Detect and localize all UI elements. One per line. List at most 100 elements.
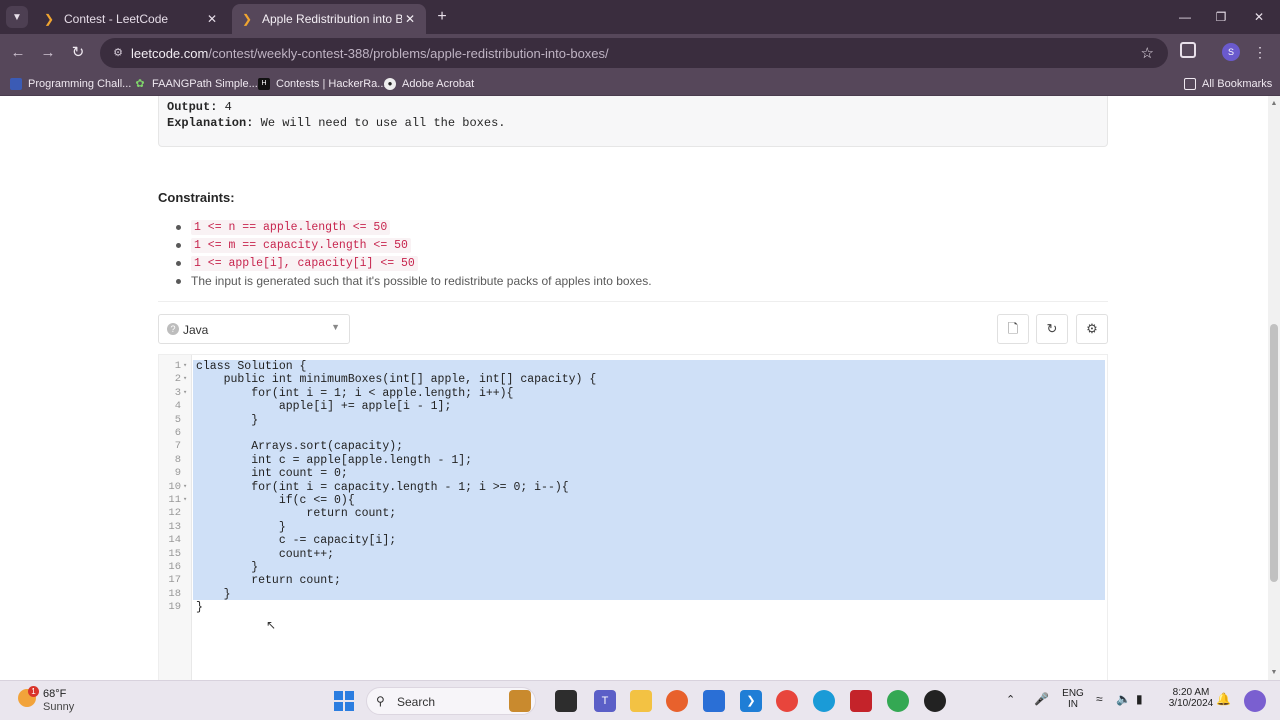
line-number: 3 (174, 386, 181, 399)
reload-icon[interactable]: ↻ (67, 42, 89, 64)
code-line[interactable]: 19} (159, 601, 1107, 614)
windows-start-icon[interactable] (334, 691, 354, 711)
scroll-up-icon[interactable]: ▲ (1270, 100, 1278, 107)
chrome-profile-icon[interactable] (887, 690, 909, 712)
weather-temp[interactable]: 68°F (43, 688, 66, 700)
tab-contest[interactable]: ❯ Contest - LeetCode ✕ (34, 4, 228, 34)
scroll-down-icon[interactable]: ▼ (1270, 669, 1278, 676)
line-number: 4 (174, 400, 181, 413)
obs-icon[interactable] (924, 690, 946, 712)
forward-arrow-icon[interactable]: → (37, 42, 59, 64)
code-line[interactable]: 7 Arrays.sort(capacity); (159, 440, 1107, 453)
code-editor[interactable]: 1 ▾ class Solution {2 ▾ public int minimumB… (158, 354, 1108, 680)
help-icon[interactable]: ? (167, 323, 179, 335)
site-settings-icon[interactable]: ⚙ (110, 45, 126, 61)
weather-desc[interactable]: Sunny (43, 701, 74, 713)
bookmark-faangpath[interactable]: ✿ FAANGPath Simple... (134, 76, 257, 92)
clock-time: 8:20 AM (1172, 687, 1210, 698)
widgets-icon[interactable] (509, 690, 531, 712)
volume-icon[interactable]: 🔈 (1116, 692, 1131, 706)
extensions-puzzle-icon[interactable] (1180, 42, 1196, 58)
restore-icon[interactable]: ❐ (1206, 6, 1236, 28)
fold-arrow-icon[interactable]: ▾ (183, 373, 191, 386)
url-host: leetcode.com (131, 46, 209, 61)
clock-date: 3/10/2024 (1168, 698, 1214, 709)
terminal-icon[interactable] (555, 690, 577, 712)
leetcode-favicon-icon: ❯ (43, 12, 55, 26)
firefox-icon[interactable] (666, 690, 688, 712)
line-number: 6 (174, 427, 181, 439)
close-icon[interactable]: ✕ (204, 12, 220, 26)
code-line[interactable]: 12 return count; (159, 507, 1107, 520)
microphone-icon[interactable]: 🎤 (1034, 692, 1049, 706)
settings-gear-icon[interactable]: ⚙ (1076, 314, 1108, 344)
tab-apple-redistribution[interactable]: ❯ Apple Redistribution into Boxe ✕ (232, 4, 426, 34)
language-indicator[interactable]: ENG IN (1062, 688, 1084, 710)
tab-search-chevron-icon[interactable]: ▼ (6, 6, 28, 28)
wifi-icon[interactable]: ≈ (1096, 692, 1103, 706)
close-icon[interactable]: ✕ (402, 12, 418, 26)
store-icon[interactable] (703, 690, 725, 712)
code-line[interactable]: 15 count++; (159, 548, 1107, 561)
teams-icon[interactable]: T (594, 690, 616, 712)
code-line[interactable]: 9 int count = 0; (159, 467, 1107, 480)
copilot-icon[interactable] (1244, 690, 1266, 712)
constraint-item: The input is generated such that it's po… (176, 272, 1076, 290)
url-text[interactable]: leetcode.com/contest/weekly-contest-388/… (131, 46, 609, 61)
language-select[interactable]: ? Java ▼ (158, 314, 350, 344)
code-text: } (196, 587, 231, 601)
bookmark-star-icon[interactable]: ☆ (1141, 44, 1154, 62)
code-line[interactable]: 10 ▾ for(int i = capacity.length - 1; i >… (159, 481, 1107, 494)
code-line[interactable]: 6 (159, 427, 1107, 440)
language-value: Java (183, 323, 209, 337)
fold-arrow-icon[interactable]: ▾ (183, 494, 191, 507)
chrome-icon[interactable] (776, 690, 798, 712)
lang-line1: ENG (1062, 688, 1084, 699)
code-line[interactable]: 14 c -= capacity[i]; (159, 534, 1107, 547)
all-bookmarks[interactable]: All Bookmarks (1184, 76, 1272, 92)
profile-avatar[interactable]: S (1222, 43, 1240, 61)
mouse-cursor-icon: ↖ (266, 618, 277, 632)
code-line[interactable]: 4 apple[i] += apple[i - 1]; (159, 400, 1107, 413)
fold-arrow-icon[interactable]: ▾ (183, 481, 191, 494)
mcafee-icon[interactable] (850, 690, 872, 712)
code-line[interactable]: 8 int c = apple[apple.length - 1]; (159, 454, 1107, 467)
address-bar[interactable]: ⚙ leetcode.com/contest/weekly-contest-38… (100, 38, 1168, 68)
notifications-bell-icon[interactable]: 🔔 (1216, 692, 1231, 706)
notes-icon[interactable]: 🗋 (997, 314, 1029, 344)
code-line[interactable]: 16 } (159, 561, 1107, 574)
bookmark-programming[interactable]: Programming Chall... (10, 76, 131, 92)
bullet (176, 260, 181, 266)
line-number: 2 (174, 373, 181, 386)
code-line[interactable]: 17 return count; (159, 574, 1107, 587)
file-explorer-icon[interactable] (630, 690, 652, 712)
constraint-item: 1 <= m == capacity.length <= 50 (176, 236, 1076, 254)
page-scrollbar[interactable]: ▲ ▼ (1268, 96, 1280, 680)
bookmark-hackerrank[interactable]: H Contests | HackerRa... (258, 76, 386, 92)
fold-arrow-icon[interactable]: ▾ (183, 360, 191, 373)
minimize-icon[interactable]: — (1170, 6, 1200, 28)
code-line[interactable]: 11 ▾ if(c <= 0){ (159, 494, 1107, 507)
code-line[interactable]: 2 ▾ public int minimumBoxes(int[] apple, … (159, 373, 1107, 386)
back-arrow-icon[interactable]: ← (7, 42, 29, 64)
edge-icon[interactable] (813, 690, 835, 712)
fold-arrow-icon[interactable]: ▾ (183, 387, 191, 400)
scroll-thumb[interactable] (1270, 324, 1278, 582)
bullet (176, 224, 181, 230)
bookmark-adobe[interactable]: ● Adobe Acrobat (384, 76, 474, 92)
code-text: } (196, 561, 259, 574)
battery-icon[interactable]: ▮ (1136, 692, 1143, 706)
bookmarks-bar: Programming Chall... ✿ FAANGPath Simple.… (0, 72, 1280, 96)
code-line[interactable]: 5 } (159, 414, 1107, 427)
vscode-icon[interactable]: ❯ (740, 690, 762, 712)
code-line[interactable]: 18 } (159, 588, 1107, 601)
clock[interactable]: 8:20 AM 3/10/2024 (1166, 687, 1216, 709)
chevron-up-icon[interactable]: ⌃ (1006, 693, 1015, 706)
window-close-icon[interactable]: ✕ (1244, 6, 1274, 28)
new-tab-plus-icon[interactable]: + (432, 7, 452, 27)
code-line[interactable]: 3 ▾ for(int i = 1; i < apple.length; i++)… (159, 387, 1107, 400)
browser-menu-icon[interactable]: ⋮ (1252, 42, 1268, 62)
code-line[interactable]: 1 ▾ class Solution { (159, 360, 1107, 373)
code-line[interactable]: 13 } (159, 521, 1107, 534)
reset-code-icon[interactable]: ↻ (1036, 314, 1068, 344)
